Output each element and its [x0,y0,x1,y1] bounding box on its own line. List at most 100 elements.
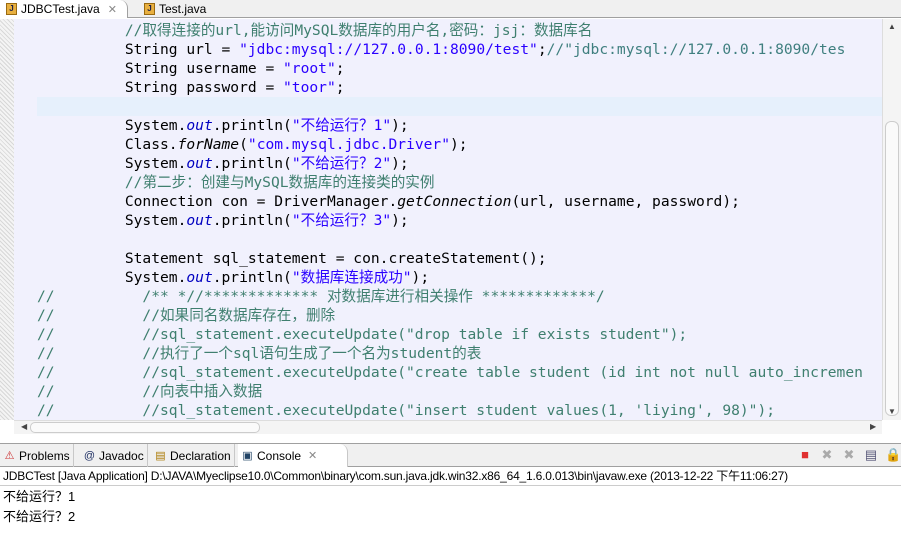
code-line: //取得连接的url,能访问MySQL数据库的用户名,密码：jsj：数据库名 [37,21,863,40]
close-icon[interactable]: ✕ [308,449,317,462]
declaration-icon: ▤ [155,449,166,462]
code-line: String password = "toor"; [37,78,863,97]
comment: // //sql_statement.executeUpdate("drop t… [37,326,688,343]
console-icon: ▣ [242,449,253,462]
tab-problems[interactable]: ⚠ Problems [0,444,74,467]
code-line: // //sql_statement.executeUpdate("insert… [37,401,863,420]
comment: // //如果同名数据库存在，删除 [37,307,336,324]
code-lines: //取得连接的url,能访问MySQL数据库的用户名,密码：jsj：数据库名 S… [37,21,863,420]
java-file-icon: J [6,3,17,15]
string-literal: "不给运行？2" [291,155,392,172]
code-token: out [186,269,213,286]
code-token: System. [37,117,187,134]
scroll-lock-icon[interactable]: 🔒 [885,447,901,463]
code-line: System.out.println("不给运行？2"); [37,154,863,173]
java-file-icon: J [144,3,155,15]
code-line: // /** *//************* 对数据库进行相关操作 *****… [37,287,863,306]
scroll-left-icon[interactable]: ◀ [21,422,27,431]
comment: //"jdbc:mysql://127.0.0.1:8090/tes [546,41,846,58]
comment: //第二步：创建与MySQL数据库的连接类的实例 [124,174,435,191]
bottom-panel-tabs: ⚠ Problems @ Javadoc ▤ Declaration ▣ Console… [0,443,901,467]
console-launch-info: JDBCTest [Java Application] D:\JAVA\Myec… [0,467,901,486]
code-token: System. [37,269,187,286]
vertical-scroll-thumb[interactable] [885,121,899,416]
scroll-down-icon[interactable]: ▼ [888,407,896,416]
code-line: // //如果同名数据库存在，删除 [37,306,863,325]
close-icon[interactable]: ✕ [108,3,117,16]
editor-tab-bar: J JDBCTest.java ✕ J Test.java [0,0,901,18]
code-token: ); [450,136,468,153]
code-token: Class. [37,136,178,153]
terminate-icon[interactable]: ■ [797,447,813,463]
clear-console-icon[interactable]: ▤ [863,447,879,463]
string-literal: "jdbc:mysql://127.0.0.1:8090/test" [239,41,538,58]
code-token: ); [411,269,430,286]
console-toolbar: ■ ✖ ✖ ▤ 🔒 [797,447,901,463]
code-line: String url = "jdbc:mysql://127.0.0.1:809… [37,40,863,59]
code-line: System.out.println("不给运行？3"); [37,211,863,230]
string-literal: "root" [283,60,336,77]
code-token: System. [37,155,187,172]
code-line: Connection con = DriverManager.getConnec… [37,192,863,211]
tab-console[interactable]: ▣ Console ✕ [238,444,348,467]
code-line: // //向表中插入数据 [37,382,863,401]
comment: // //执行了一个sql语句生成了一个名为student的表 [37,345,482,362]
code-token: out [186,155,213,172]
console-output[interactable]: 不给运行？1 不给运行？2 [3,487,75,527]
code-editor[interactable]: //取得连接的url,能访问MySQL数据库的用户名,密码：jsj：数据库名 S… [0,19,882,420]
remove-all-launches-icon[interactable]: ✖ [841,447,857,463]
code-token: .println( [212,155,292,172]
code-token: .println( [212,212,292,229]
tab-javadoc[interactable]: @ Javadoc [80,444,148,467]
code-token: getConnection [397,193,512,210]
at-icon: @ [83,449,96,462]
code-line: Class.forName("com.mysql.jdbc.Driver"); [37,135,863,154]
horizontal-scroll-thumb[interactable] [30,422,260,433]
string-literal: "toor" [283,79,336,96]
tab-label: Javadoc [99,448,144,463]
scroll-right-icon[interactable]: ▶ [870,422,876,431]
code-token: ; [335,60,345,77]
console-line: 不给运行？2 [3,509,76,524]
code-token: ( [239,136,248,153]
code-token: .println( [212,269,292,286]
code-token: String username = [37,60,284,77]
tab-label: JDBCTest.java [21,2,100,16]
tab-jdbctest-java[interactable]: J JDBCTest.java ✕ [0,0,128,18]
console-line: 不给运行？1 [3,489,76,504]
tab-test-java[interactable]: J Test.java [138,0,206,18]
scroll-up-icon[interactable]: ▲ [888,22,896,31]
code-token: Statement sql_statement = con.createStat… [37,250,547,267]
code-line: Statement sql_statement = con.createStat… [37,249,863,268]
string-literal: "数据库连接成功" [291,269,412,286]
tab-declaration[interactable]: ▤ Declaration [151,444,235,467]
string-literal: "com.mysql.jdbc.Driver" [247,136,450,153]
comment: //取得连接的url,能访问MySQL数据库的用户名,密码：jsj：数据库名 [124,22,593,39]
comment: // /** *//************* 对数据库进行相关操作 *****… [37,288,605,305]
string-literal: "不给运行？3" [291,212,392,229]
code-token: forName [177,136,240,153]
code-token: System. [37,212,187,229]
code-line: // //执行了一个sql语句生成了一个名为student的表 [37,344,863,363]
remove-launch-icon[interactable]: ✖ [819,447,835,463]
code-token: ); [391,155,409,172]
vertical-scrollbar[interactable]: ▲ ▼ [882,19,901,420]
comment: // //sql_statement.executeUpdate("create… [37,364,863,381]
comment: // //向表中插入数据 [37,383,263,400]
code-line: System.out.println("不给运行？1"); [37,116,863,135]
code-token: out [186,212,213,229]
comment: // //sql_statement.executeUpdate("insert… [37,402,776,419]
tab-label: Console [257,448,302,463]
code-token: Connection con = DriverManager. [37,193,398,210]
string-literal: "不给运行？1" [291,117,392,134]
tab-label: Problems [19,448,70,463]
tab-label: Declaration [170,448,231,463]
code-token: String password = [37,79,284,96]
overview-ruler [0,19,14,420]
problems-icon: ⚠ [4,449,15,462]
horizontal-scrollbar[interactable]: ◀ ▶ [14,420,882,434]
code-token: .println( [212,117,292,134]
